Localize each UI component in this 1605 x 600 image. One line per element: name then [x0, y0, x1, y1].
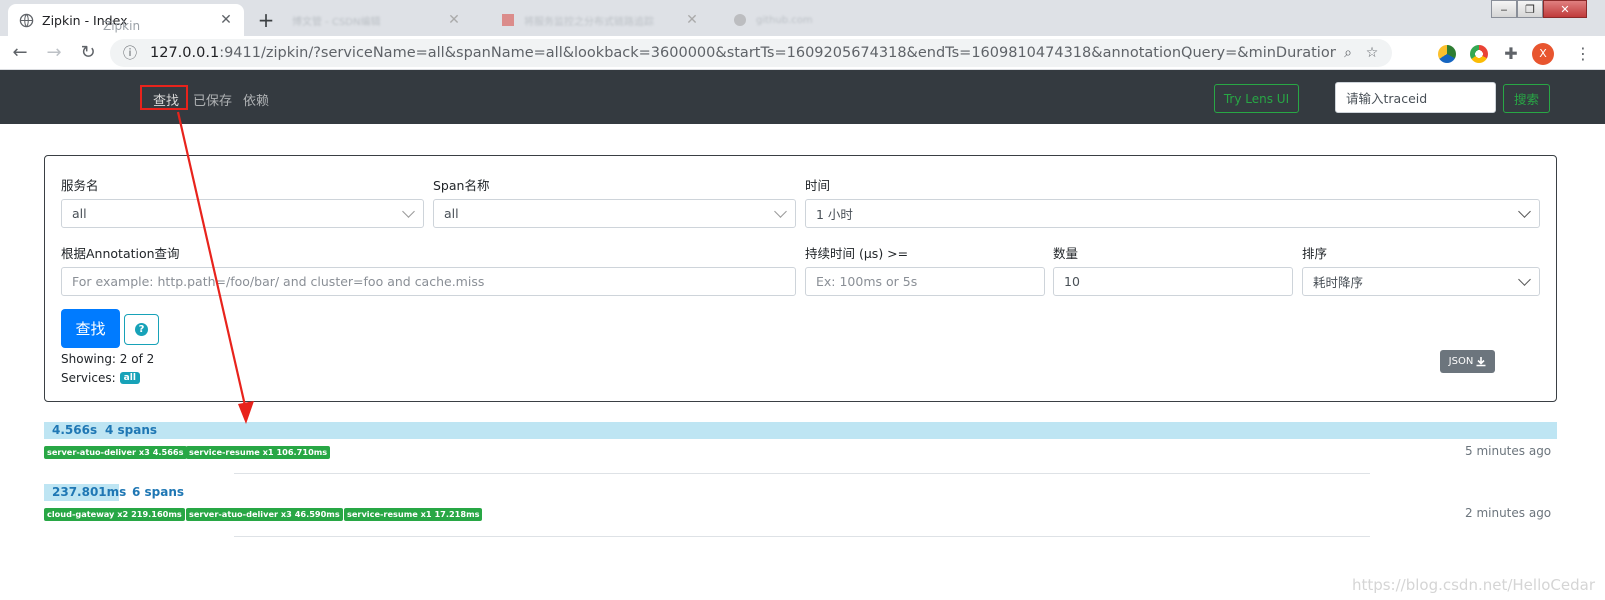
close-tab-icon[interactable]: ✕ [684, 12, 700, 28]
service-tag: service-resume x1 106.710ms [186, 446, 331, 459]
watermark: https://blog.csdn.net/HelloCedar [1351, 576, 1595, 594]
chrome-extension-icon[interactable] [1470, 45, 1488, 63]
nav-saved[interactable]: 已保存 [193, 90, 232, 109]
trace-duration[interactable]: 4.566s [52, 423, 97, 437]
bookmark-star-icon[interactable]: ☆ [1360, 45, 1384, 61]
tab-title: github.com [756, 14, 813, 26]
forward-icon[interactable]: → [40, 39, 68, 67]
chevron-down-icon [774, 205, 787, 218]
extension-icon[interactable] [1438, 45, 1456, 63]
traceid-input[interactable]: 请输入traceid [1335, 82, 1496, 113]
service-tag: server-atuo-deliver x3 4.566s [44, 446, 187, 459]
window-controls: ‒ ❐ ✕ [1491, 0, 1587, 18]
trace-duration-bar[interactable] [44, 422, 1557, 439]
chevron-down-icon [1518, 273, 1531, 286]
browser-tab-4[interactable]: github.com [722, 4, 882, 36]
trace-timestamp: 5 minutes ago [1465, 444, 1552, 458]
minimize-icon[interactable]: ‒ [1491, 0, 1517, 18]
tab-title: 将服务监控之分布式链路追踪 [524, 16, 654, 28]
tab-title: 博文管 - CSDN编辑 [292, 16, 381, 28]
min-duration-label: 持续时间 (μs) >= [805, 246, 909, 261]
browser-tab-strip: Zipkin - Index ✕ + 博文管 - CSDN编辑 ✕ 将服务监控之… [0, 0, 1605, 36]
reload-icon[interactable]: ↻ [74, 39, 102, 67]
new-tab-button[interactable]: + [254, 8, 278, 32]
search-button[interactable]: 搜索 [1503, 84, 1550, 113]
trace-span-count: 6 spans [132, 485, 185, 499]
json-download-button[interactable]: JSON [1440, 350, 1495, 373]
limit-input[interactable]: 10 [1053, 267, 1293, 296]
browser-toolbar: ← → ↻ ⓘ 127.0.0.1:9411/zipkin/?serviceNa… [0, 36, 1605, 70]
sort-select[interactable]: 耗时降序 [1302, 267, 1540, 296]
brand-logo[interactable]: Zipkin [103, 19, 140, 33]
json-label: JSON [1448, 356, 1474, 367]
browser-tab-2[interactable]: 博文管 - CSDN编辑 ✕ [282, 4, 472, 36]
help-button[interactable]: ? [124, 314, 159, 345]
profile-avatar[interactable]: X [1532, 43, 1554, 65]
service-tag: server-atuo-deliver x3 46.590ms [186, 508, 343, 521]
info-icon[interactable]: ⓘ [118, 43, 142, 63]
span-label: Span名称 [433, 178, 490, 193]
time-value: 1 小时 [816, 207, 853, 222]
row-divider [234, 473, 1370, 474]
trace-duration[interactable]: 237.801ms [52, 485, 126, 499]
find-traces-button[interactable]: 查找 [61, 309, 120, 348]
time-select[interactable]: 1 小时 [805, 199, 1540, 228]
chevron-down-icon [402, 205, 415, 218]
limit-label: 数量 [1053, 246, 1079, 261]
nav-dependencies[interactable]: 依赖 [243, 90, 269, 109]
try-lens-button[interactable]: Try Lens UI [1214, 84, 1299, 113]
github-icon [732, 12, 748, 28]
min-duration-input[interactable]: Ex: 100ms or 5s [805, 267, 1045, 296]
service-tag: cloud-gateway x2 219.160ms [44, 508, 185, 521]
chevron-down-icon [1518, 205, 1531, 218]
url-host: 127.0.0.1 [150, 45, 220, 61]
service-select[interactable]: all [61, 199, 424, 228]
address-bar[interactable]: ⓘ 127.0.0.1:9411/zipkin/?serviceName=all… [110, 39, 1392, 67]
annotation-highlight-box [140, 85, 188, 110]
close-window-icon[interactable]: ✕ [1543, 0, 1587, 18]
close-tab-icon[interactable]: ✕ [446, 12, 462, 28]
service-tag: service-resume x1 17.218ms [344, 508, 483, 521]
annotation-query-input[interactable]: For example: http.path=/foo/bar/ and clu… [61, 267, 796, 296]
trace-timestamp: 2 minutes ago [1465, 506, 1552, 520]
service-value: all [72, 206, 87, 221]
url-text[interactable]: 127.0.0.1:9411/zipkin/?serviceName=all&s… [150, 45, 1336, 61]
service-badge[interactable]: all [119, 372, 140, 384]
maximize-icon[interactable]: ❐ [1517, 0, 1543, 18]
puzzle-icon[interactable]: ✚ [1502, 45, 1520, 63]
menu-icon[interactable]: ⋮ [1574, 45, 1592, 63]
span-value: all [444, 206, 459, 221]
sort-label: 排序 [1302, 246, 1328, 261]
close-tab-icon[interactable]: ✕ [218, 12, 234, 28]
question-icon: ? [135, 323, 148, 336]
globe-icon [18, 12, 34, 28]
service-label: 服务名 [61, 178, 99, 193]
zoom-icon[interactable]: ⌕ [1336, 45, 1360, 61]
services-summary: Services: all [61, 371, 140, 385]
sort-value: 耗时降序 [1313, 275, 1364, 290]
annotation-label: 根据Annotation查询 [61, 246, 180, 261]
services-label: Services: [61, 371, 116, 385]
browser-tab-3[interactable]: 将服务监控之分布式链路追踪 ✕ [490, 4, 710, 36]
time-label: 时间 [805, 178, 831, 193]
showing-count: Showing: 2 of 2 [61, 352, 155, 366]
download-icon [1476, 356, 1486, 366]
csdn-icon [500, 12, 516, 28]
back-icon[interactable]: ← [6, 39, 34, 67]
trace-span-count: 4 spans [105, 423, 158, 437]
url-path: :9411/zipkin/?serviceName=all&spanName=a… [219, 45, 1336, 61]
span-select[interactable]: all [433, 199, 796, 228]
row-divider [234, 536, 1370, 537]
